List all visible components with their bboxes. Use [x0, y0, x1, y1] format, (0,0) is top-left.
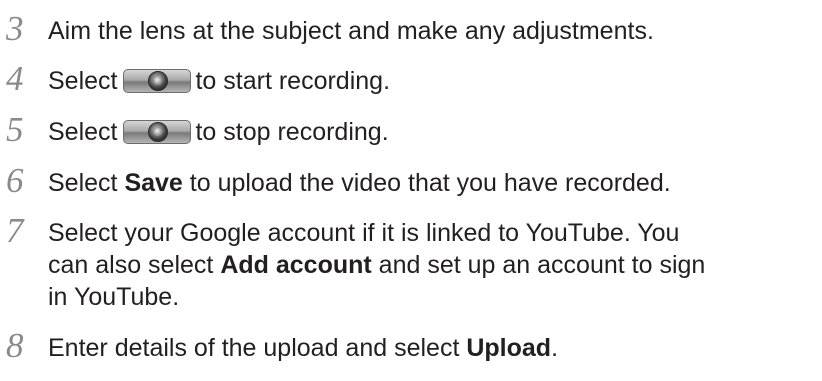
step-text: Select to start recording.	[48, 65, 818, 97]
record-dot-icon	[148, 71, 169, 91]
step-number: 4	[6, 59, 24, 98]
step-number: 3	[6, 9, 24, 48]
step-text: Enter details of the upload and select U…	[48, 332, 818, 364]
step-8-after: .	[551, 334, 559, 362]
step-5-after: to stop recording.	[195, 118, 389, 146]
step-6-after: to upload the video that you have record…	[182, 169, 671, 197]
step-8-before: Enter details of the upload and select	[48, 334, 467, 362]
step-7-line-2: can also select Add account and set up a…	[48, 249, 818, 281]
step-7-line-3: in YouTube.	[48, 283, 180, 311]
step-5-select: Select	[48, 118, 118, 146]
step-text: Select your Google account if it is link…	[48, 217, 818, 313]
step-4-select: Select	[48, 67, 118, 95]
step-3-text: Aim the lens at the subject and make any…	[48, 17, 654, 45]
upload-label: Upload	[466, 334, 552, 362]
step-number: 5	[6, 110, 24, 149]
add-account-label: Add account	[220, 251, 372, 279]
record-dot-icon	[148, 122, 169, 142]
save-label: Save	[124, 169, 183, 197]
step-text: Aim the lens at the subject and make any…	[48, 15, 818, 47]
step-number: 6	[6, 161, 24, 200]
step-7-line-2-after: and set up an account to sign	[371, 251, 706, 279]
step-text: Select to stop recording.	[48, 116, 818, 148]
record-button-icon	[123, 120, 192, 144]
step-6-before: Select	[48, 169, 125, 197]
step-7-line-2-before: can also select	[48, 251, 221, 279]
step-number: 8	[6, 326, 24, 365]
step-text: Select Save to upload the video that you…	[48, 167, 818, 199]
step-number: 7	[6, 211, 24, 250]
record-button-icon	[123, 69, 192, 93]
step-4-after: to start recording.	[195, 67, 391, 95]
step-7-line-1: Select your Google account if it is link…	[48, 219, 680, 247]
